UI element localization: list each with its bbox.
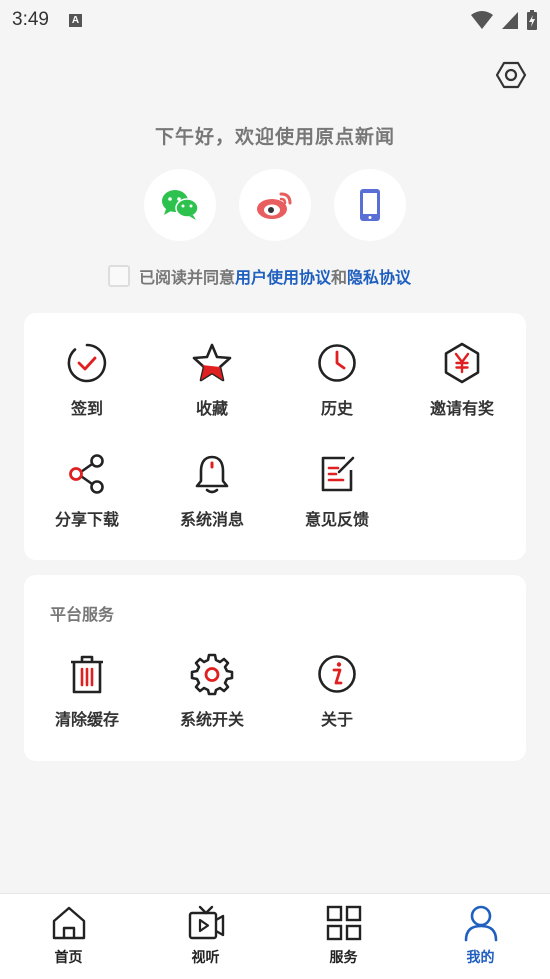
invite-button[interactable]: 邀请有奖 [399, 341, 525, 419]
feedback-button[interactable]: 意见反馈 [274, 452, 400, 530]
tv-icon [188, 905, 224, 940]
share-button[interactable]: 分享下载 [24, 452, 150, 530]
grid-icon [326, 905, 361, 941]
battery-icon [527, 10, 537, 30]
feature-label: 邀请有奖 [429, 399, 494, 418]
tab-label: 视听 [191, 950, 220, 966]
bottom-tab-bar: 首页 视听 服务 我的 [0, 893, 550, 979]
checkin-icon [67, 343, 107, 383]
wechat-login-button[interactable] [144, 169, 216, 241]
bell-icon [195, 455, 229, 494]
agreement-row: 已阅读并同意 用户使用协议 和 隐私协议 [108, 264, 411, 288]
greeting-text: 下午好，欢迎使用原点新闻 [154, 126, 395, 148]
trash-icon [71, 655, 103, 694]
section-title: 平台服务 [50, 605, 115, 624]
tab-label: 首页 [54, 950, 83, 966]
agreement-conjunction: 和 [331, 268, 348, 287]
favorites-button[interactable]: 收藏 [149, 341, 275, 419]
feature-label: 分享下载 [54, 510, 119, 529]
tab-label: 我的 [466, 950, 495, 966]
history-button[interactable]: 历史 [274, 341, 400, 419]
service-label: 清除缓存 [54, 710, 119, 729]
tab-mine[interactable]: 我的 [412, 904, 549, 967]
clear-cache-button[interactable]: 清除缓存 [24, 652, 150, 730]
notification-icon: A [68, 13, 82, 27]
system-switch-button[interactable]: 系统开关 [149, 652, 275, 730]
status-time: 3:49 [12, 9, 49, 30]
phone-login-button[interactable] [334, 169, 406, 241]
phone-icon [360, 189, 380, 221]
user-agreement-link[interactable]: 用户使用协议 [235, 264, 331, 288]
feature-label: 签到 [70, 399, 103, 418]
home-icon [52, 906, 85, 940]
clock-icon [318, 344, 356, 382]
system-messages-button[interactable]: 系统消息 [149, 452, 275, 530]
service-label: 关于 [320, 710, 353, 729]
gear-icon [190, 653, 234, 696]
features-card: 签到 收藏 历史 邀请有奖 分享下载 系统消息 意见反馈 [24, 313, 526, 560]
privacy-link[interactable]: 隐私协议 [347, 264, 411, 288]
agreement-prefix: 已阅读并同意 [139, 268, 236, 287]
about-button[interactable]: 关于 [274, 652, 400, 730]
login-options [0, 169, 550, 241]
status-bar: 3:49 A [0, 0, 550, 40]
agreement-checkbox[interactable] [108, 265, 130, 287]
checkin-button[interactable]: 签到 [24, 341, 150, 419]
weibo-icon [257, 192, 292, 219]
signal-icon [502, 12, 518, 29]
weibo-login-button[interactable] [239, 169, 311, 241]
platform-card: 平台服务 清除缓存 系统开关 关于 [24, 575, 526, 761]
share-icon [69, 454, 104, 494]
feature-label: 系统消息 [179, 510, 244, 529]
tab-video[interactable]: 视听 [137, 904, 274, 967]
tab-services[interactable]: 服务 [275, 904, 412, 967]
status-icons [470, 9, 538, 31]
wifi-icon [471, 11, 493, 29]
feature-label: 收藏 [195, 399, 228, 418]
feedback-icon [321, 456, 355, 492]
feature-label: 意见反馈 [304, 510, 369, 529]
star-icon [192, 343, 232, 382]
tab-home[interactable]: 首页 [0, 904, 137, 967]
yuan-icon [444, 342, 480, 384]
settings-icon [495, 61, 527, 89]
wechat-icon [162, 190, 199, 220]
user-icon [464, 905, 497, 942]
info-icon [318, 655, 356, 693]
service-label: 系统开关 [179, 710, 244, 729]
feature-label: 历史 [320, 399, 353, 418]
tab-label: 服务 [329, 950, 358, 966]
settings-button[interactable] [494, 58, 528, 92]
